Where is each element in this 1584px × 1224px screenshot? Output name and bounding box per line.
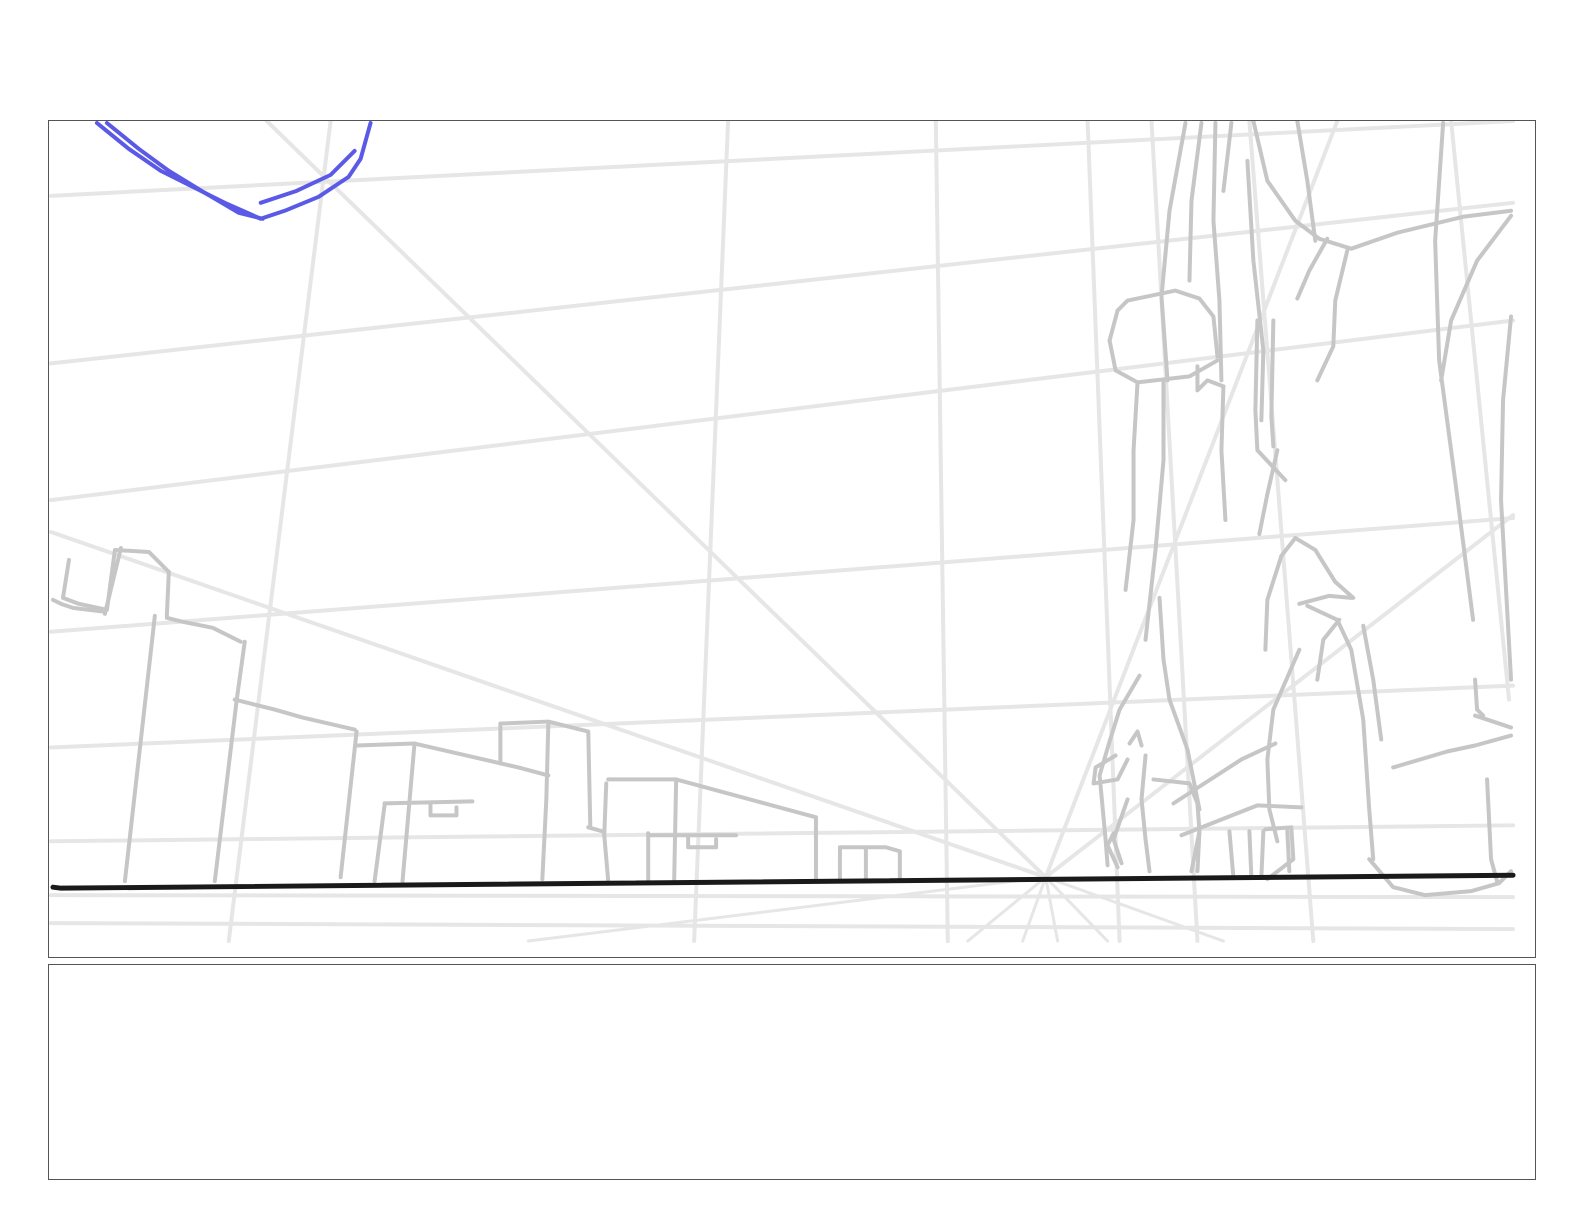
storyboard-notes-panel — [48, 964, 1536, 1180]
storyboard-scene-panel — [48, 120, 1536, 958]
perspective-grid — [49, 121, 1516, 944]
horizon-line — [50, 872, 1516, 891]
sketch-canvas — [49, 121, 1516, 944]
notes-text — [65, 977, 1519, 1167]
